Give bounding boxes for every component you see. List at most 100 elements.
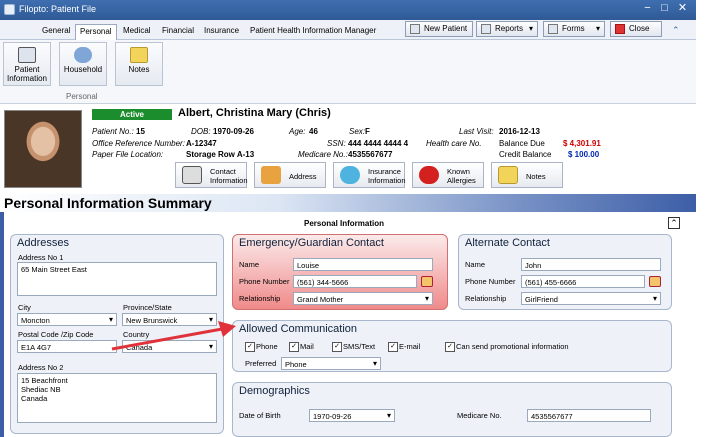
- notes-icon: [498, 166, 518, 184]
- communication-title: Allowed Communication: [239, 323, 357, 335]
- patient-header: Active Albert, Christina Mary (Chris) Pa…: [0, 104, 696, 194]
- summary-banner: Personal Information Summary: [0, 194, 696, 212]
- alternate-name-field[interactable]: John: [521, 258, 661, 271]
- phone-icon[interactable]: [649, 276, 661, 287]
- reports-button[interactable]: Reports ▾: [476, 21, 538, 37]
- reports-label: Reports: [495, 24, 524, 33]
- tab-general[interactable]: General: [38, 24, 74, 40]
- ssn-value: 444 4444 4444 4: [348, 139, 409, 148]
- balance-due-value: $ 4,301.91: [563, 139, 601, 148]
- postal-field[interactable]: E1A 4G7: [17, 340, 117, 353]
- button-label: Known Allergies: [447, 167, 476, 185]
- chevron-down-icon: ▾: [528, 24, 533, 33]
- city-label: City: [18, 303, 31, 312]
- personal-information-content: Personal Information ⌃ Addresses Address…: [0, 212, 696, 437]
- ssn-label: SSN:: [327, 139, 346, 148]
- address2-line: Shediac NB: [21, 385, 61, 394]
- window-title: Filopto: Patient File: [19, 4, 97, 14]
- tab-financial[interactable]: Financial: [158, 24, 198, 40]
- notes-ribbon-button[interactable]: Notes: [115, 42, 163, 86]
- phone-checkbox[interactable]: Phone: [245, 342, 278, 352]
- forms-label: Forms: [562, 24, 585, 33]
- collapse-icon[interactable]: ⌃: [668, 217, 680, 229]
- preferred-dropdown[interactable]: Phone: [281, 357, 381, 370]
- forms-icon: [548, 24, 558, 34]
- tab-phim[interactable]: Patient Health Information Manager: [246, 24, 380, 40]
- chevron-down-icon: ▾: [595, 24, 600, 33]
- close-label: Close: [629, 24, 650, 33]
- close-window-button[interactable]: ✕: [676, 2, 689, 15]
- patient-no-value: 15: [136, 127, 145, 136]
- address2-label: Address No 2: [18, 363, 64, 372]
- alternate-relationship-dropdown[interactable]: GirlFriend: [521, 292, 661, 305]
- collapse-ribbon-icon[interactable]: ⌃: [672, 25, 680, 36]
- tab-medical[interactable]: Medical: [119, 24, 155, 40]
- sms-checkbox[interactable]: SMS/Text: [332, 342, 375, 352]
- emergency-name-field[interactable]: Louise: [293, 258, 433, 271]
- allergy-icon: [419, 166, 439, 184]
- allowed-communication-panel: Allowed Communication Phone Mail SMS/Tex…: [232, 320, 672, 372]
- emergency-relationship-dropdown[interactable]: Grand Mother: [293, 292, 433, 305]
- forms-button[interactable]: Forms ▾: [543, 21, 605, 37]
- province-label: Province/State: [123, 303, 172, 312]
- summary-title: Personal Information Summary: [4, 195, 212, 211]
- house-icon: [261, 166, 281, 184]
- known-allergies-button[interactable]: Known Allergies: [412, 162, 484, 188]
- emergency-phone-field[interactable]: (561) 344-5666: [293, 275, 417, 288]
- patient-information-ribbon-button[interactable]: Patient Information: [3, 42, 51, 86]
- tab-insurance[interactable]: Insurance: [200, 24, 243, 40]
- health-care-no-label: Health care No.: [426, 139, 482, 148]
- paper-file-label: Paper File Location:: [92, 150, 164, 159]
- insurance-information-button[interactable]: Insurance Information: [333, 162, 406, 188]
- contact-information-button[interactable]: Contact Information: [175, 162, 248, 188]
- last-visit-label: Last Visit:: [459, 127, 494, 136]
- new-patient-icon: [410, 24, 420, 34]
- dob-value: 1970-09-26: [213, 127, 254, 136]
- alternate-relationship-label: Relationship: [465, 294, 507, 303]
- minimize-button[interactable]: −: [641, 2, 654, 15]
- phone-icon[interactable]: [421, 276, 433, 287]
- demo-dob-field[interactable]: 1970-09-26: [309, 409, 395, 422]
- tab-personal[interactable]: Personal: [75, 24, 117, 40]
- insurance-icon: [340, 166, 360, 184]
- sex-value: F: [365, 127, 370, 136]
- household-ribbon-button[interactable]: Household: [59, 42, 107, 86]
- close-button[interactable]: Close: [610, 21, 662, 37]
- ribbon: Patient Information Household Notes Pers…: [0, 40, 696, 104]
- section-title: Personal Information: [304, 219, 385, 228]
- new-patient-button[interactable]: New Patient: [405, 21, 473, 37]
- email-checkbox[interactable]: E-mail: [388, 342, 420, 352]
- button-label: Notes: [526, 172, 546, 181]
- address2-line: 15 Beachfront: [21, 376, 68, 385]
- ribbon-label: Patient Information: [6, 65, 48, 83]
- household-icon: [74, 47, 92, 63]
- mail-checkbox[interactable]: Mail: [289, 342, 314, 352]
- patient-no-label: Patient No.:: [92, 127, 134, 136]
- preferred-label: Preferred: [245, 359, 277, 368]
- demo-dob-label: Date of Birth: [239, 411, 281, 420]
- status-badge: Active: [92, 109, 172, 120]
- city-dropdown[interactable]: Moncton: [17, 313, 117, 326]
- maximize-button[interactable]: □: [658, 2, 671, 15]
- demo-medicare-label: Medicare No.: [457, 411, 502, 420]
- red-arrow-annotation: [111, 321, 236, 351]
- title-bar: Filopto: Patient File − □ ✕: [0, 0, 696, 20]
- menu-tab-bar: General Personal Medical Financial Insur…: [0, 20, 696, 40]
- paper-file-value: Storage Row A-13: [186, 150, 255, 159]
- notes-button[interactable]: Notes: [491, 162, 563, 188]
- phone-icon: [182, 166, 202, 184]
- address2-line: Canada: [21, 394, 48, 403]
- demographics-title: Demographics: [239, 385, 310, 397]
- address-button[interactable]: Address: [254, 162, 326, 188]
- alternate-phone-field[interactable]: (561) 455-6666: [521, 275, 645, 288]
- address2-field[interactable]: 15 Beachfront Shediac NB Canada: [17, 373, 217, 423]
- patient-photo: [4, 110, 82, 188]
- emergency-title: Emergency/Guardian Contact: [239, 237, 384, 249]
- demo-medicare-field[interactable]: 4535567677: [527, 409, 651, 422]
- promotional-checkbox[interactable]: Can send promotional information: [445, 342, 569, 352]
- postal-label: Postal Code /Zip Code: [18, 330, 94, 339]
- ribbon-label: Notes: [128, 65, 150, 74]
- address1-field[interactable]: 65 Main Street East: [17, 262, 217, 296]
- patient-card-icon: [18, 47, 36, 63]
- patient-name: Albert, Christina Mary (Chris): [178, 107, 331, 119]
